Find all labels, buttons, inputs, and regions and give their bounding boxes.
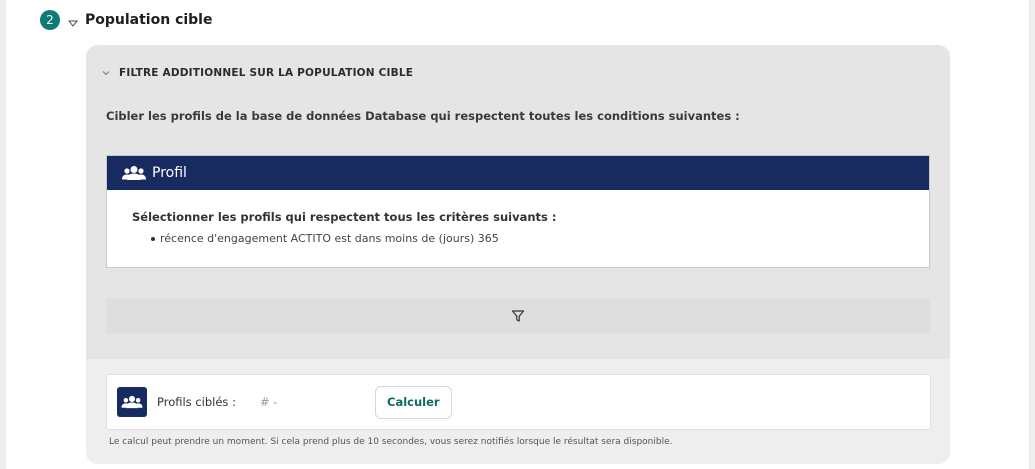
users-icon bbox=[121, 395, 143, 409]
bullet bbox=[151, 236, 155, 241]
step-header[interactable]: 2 Population cible bbox=[40, 8, 212, 32]
filter-intro-text: Cibler les profils de la base de données… bbox=[106, 109, 740, 123]
users-avatar bbox=[117, 387, 147, 417]
calculation-note: Le calcul peut prendre un moment. Si cel… bbox=[109, 437, 673, 447]
calculate-button[interactable]: Calculer bbox=[375, 385, 452, 419]
chevron-down-icon[interactable] bbox=[68, 18, 78, 28]
criteria-item-text: récence d'engagement ACTITO est dans moi… bbox=[160, 232, 499, 245]
page: 2 Population cible FILTRE ADDITIONNEL SU… bbox=[6, 0, 1029, 469]
add-filter-button[interactable] bbox=[106, 298, 930, 334]
targeted-profiles-value: # - bbox=[260, 395, 278, 409]
profil-card-header: Profil bbox=[107, 156, 929, 190]
funnel-icon[interactable] bbox=[511, 309, 525, 323]
step-title: Population cible bbox=[85, 12, 213, 28]
profil-card-body: Sélectionner les profils qui respectent … bbox=[107, 190, 929, 245]
profil-card-title: Profil bbox=[152, 165, 187, 181]
targeted-profiles-box: Profils ciblés : # - Calculer bbox=[106, 374, 931, 430]
criteria-list: récence d'engagement ACTITO est dans moi… bbox=[132, 232, 929, 245]
profil-criteria-card: Profil Sélectionner les profils qui resp… bbox=[106, 155, 930, 268]
target-population-panel: FILTRE ADDITIONNEL SUR LA POPULATION CIB… bbox=[86, 45, 950, 464]
users-icon bbox=[122, 166, 146, 180]
filter-section-title: FILTRE ADDITIONNEL SUR LA POPULATION CIB… bbox=[119, 67, 414, 79]
filter-section-header[interactable]: FILTRE ADDITIONNEL SUR LA POPULATION CIB… bbox=[102, 67, 413, 79]
step-number-badge: 2 bbox=[40, 10, 60, 30]
criteria-item: récence d'engagement ACTITO est dans moi… bbox=[151, 232, 929, 245]
targeted-profiles-label: Profils ciblés : bbox=[157, 395, 236, 409]
chevron-down-icon[interactable] bbox=[102, 69, 110, 77]
criteria-title: Sélectionner les profils qui respectent … bbox=[132, 210, 557, 224]
